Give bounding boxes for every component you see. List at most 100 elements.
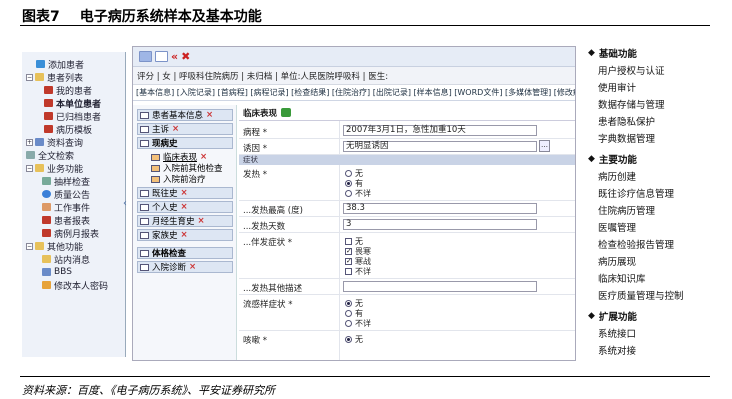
- tree-item-patient-list[interactable]: − 患者列表: [26, 71, 83, 84]
- figure-label: 图表7: [22, 9, 60, 25]
- flu-unclear-radio[interactable]: 不详: [345, 318, 371, 329]
- section-chief-complaint[interactable]: 主诉 ×: [137, 123, 233, 135]
- section-past-history[interactable]: 既往史 ×: [137, 187, 233, 199]
- message-icon: [42, 255, 51, 263]
- tree-item-sampling[interactable]: 抽样检查: [42, 175, 90, 188]
- window-icon[interactable]: [139, 51, 152, 62]
- cause-field[interactable]: 无明显诱因: [343, 141, 537, 152]
- doc-icon: [151, 164, 160, 172]
- tree-item-business[interactable]: − 业务功能: [26, 162, 83, 175]
- tree-item-patient-report[interactable]: 患者报表: [42, 214, 90, 227]
- patient-icon: [44, 99, 53, 107]
- tree-item-data-query[interactable]: + 资料查询: [26, 136, 83, 149]
- feature-item: 病历展现: [598, 257, 637, 268]
- patient-icon: [44, 86, 53, 94]
- event-icon: [42, 203, 51, 211]
- tree-item-my-patients[interactable]: 我的患者: [44, 84, 92, 97]
- new-doc-icon[interactable]: [155, 51, 168, 62]
- fever-days-field[interactable]: 3: [343, 219, 537, 230]
- section-present-illness[interactable]: 现病史: [137, 137, 233, 149]
- nav-tree: 添加患者 − 患者列表 我的患者 本单位患者 已归档患者 病历模板 + 资料查询 全…: [22, 52, 126, 357]
- row-accompany: ...伴发症状 * 无 ✓ 畏寒 ✓ 寒战 不详: [239, 233, 575, 279]
- section-menstrual[interactable]: 月经生育史 ×: [137, 215, 233, 227]
- bbs-icon: [42, 268, 51, 276]
- tree-item-other[interactable]: − 其他功能: [26, 240, 83, 253]
- tree-item-unit-patients[interactable]: 本单位患者: [44, 97, 101, 110]
- section-basic-info[interactable]: 患者基本信息 ×: [137, 109, 233, 121]
- folder-icon: [35, 242, 44, 250]
- feature-item: 使用审计: [598, 83, 637, 94]
- tree-item-bbs[interactable]: BBS: [42, 266, 72, 278]
- main-functions-heading: ◆ 主要功能: [588, 154, 637, 166]
- tree-item-add-patient[interactable]: 添加患者: [36, 58, 84, 71]
- close-icon[interactable]: ×: [206, 110, 213, 120]
- section-family[interactable]: 家族史 ×: [137, 229, 233, 241]
- back-icon[interactable]: «: [171, 50, 178, 63]
- diamond-icon: ◆: [588, 48, 595, 58]
- collapse-icon[interactable]: −: [26, 164, 33, 172]
- clinical-form: 临床表现 病程 * 2007年3月1日，急性加重10天 诱因 * 无明显诱因 ……: [239, 105, 575, 360]
- search-icon: [26, 151, 35, 159]
- row-cough: 咳嗽 * 无: [239, 331, 575, 360]
- expand-icon[interactable]: +: [26, 138, 33, 146]
- more-button[interactable]: …: [539, 140, 550, 152]
- other-desc-field[interactable]: [343, 281, 537, 292]
- tree-item-templates[interactable]: 病历模板: [44, 123, 92, 136]
- close-icon[interactable]: ×: [172, 124, 179, 134]
- patient-icon: [44, 112, 53, 120]
- record-tabs[interactable]: [基本信息] [入院记录] [首病程] [病程记录] [检查结果] [住院治疗]…: [133, 85, 575, 101]
- row-flu: 流感样症状 * 无 有 不详: [239, 295, 575, 331]
- feature-item: 用户授权与认证: [598, 66, 665, 77]
- group-symptoms: 症状: [239, 155, 575, 165]
- close-icon[interactable]: ×: [181, 202, 188, 212]
- patient-info-bar: 评分 | 女 | 呼吸科住院病历 | 未归档 | 单位:人民医院呼吸科 | 医生…: [133, 67, 575, 85]
- tree-item-fulltext[interactable]: 全文检索: [26, 149, 74, 162]
- course-field[interactable]: 2007年3月1日，急性加重10天: [343, 125, 537, 136]
- feature-item: 医嘱管理: [598, 223, 637, 234]
- tree-item-archived[interactable]: 已归档患者: [44, 110, 101, 123]
- save-icon[interactable]: [281, 108, 292, 117]
- section-admission-diagnosis[interactable]: 入院诊断 ×: [137, 261, 233, 273]
- report-icon: [42, 229, 51, 237]
- add-user-icon: [36, 60, 45, 68]
- tree-item-change-password[interactable]: 修改本人密码: [42, 279, 108, 292]
- folder-icon: [35, 164, 44, 172]
- tree-item-quality[interactable]: 质量公告: [42, 188, 90, 201]
- doc-icon: [140, 203, 149, 211]
- row-other-desc: ...发热其他描述: [239, 279, 575, 295]
- close-icon[interactable]: ×: [189, 262, 196, 272]
- tree-item-monthly-report[interactable]: 病例月报表: [42, 227, 99, 240]
- close-icon[interactable]: ×: [198, 216, 205, 226]
- collapse-icon[interactable]: −: [26, 73, 33, 81]
- extended-functions-heading: ◆ 扩展功能: [588, 311, 637, 323]
- section-physical-exam[interactable]: 体格检查: [137, 247, 233, 259]
- tree-item-messages[interactable]: 站内消息: [42, 253, 90, 266]
- collapse-handle-icon[interactable]: ‹: [123, 198, 131, 212]
- doc-icon: [140, 231, 149, 239]
- form-heading: 临床表现: [239, 105, 575, 121]
- feature-item: 系统接口: [598, 329, 637, 340]
- close-icon[interactable]: ✖: [181, 50, 190, 63]
- title-rule: [20, 25, 710, 26]
- close-icon[interactable]: ×: [181, 230, 188, 240]
- source-rule: [20, 376, 710, 377]
- fever-unclear-radio[interactable]: 不详: [345, 188, 371, 199]
- subsection-treatment[interactable]: 入院前治疗: [151, 173, 206, 185]
- feature-item: 检查检验报告管理: [598, 240, 675, 251]
- max-temp-field[interactable]: 38.3: [343, 203, 537, 214]
- feature-item: 临床知识库: [598, 274, 646, 285]
- doc-icon: [140, 189, 149, 197]
- doc-icon: [151, 153, 160, 161]
- tree-item-events[interactable]: 工作事件: [42, 201, 90, 214]
- feature-item: 既往诊疗信息管理: [598, 189, 675, 200]
- accompany-unclear-checkbox[interactable]: 不详: [345, 266, 371, 277]
- close-icon[interactable]: ×: [200, 152, 207, 162]
- collapse-icon[interactable]: −: [26, 242, 33, 250]
- cough-none-radio[interactable]: 无: [345, 334, 363, 345]
- row-fever-days: ...发热天数 3: [239, 217, 575, 233]
- figure-title: 图表7 电子病历系统样本及基本功能: [22, 6, 282, 26]
- doc-icon: [151, 175, 160, 183]
- close-icon[interactable]: ×: [181, 188, 188, 198]
- section-personal-history[interactable]: 个人史 ×: [137, 201, 233, 213]
- doc-icon: [140, 111, 149, 119]
